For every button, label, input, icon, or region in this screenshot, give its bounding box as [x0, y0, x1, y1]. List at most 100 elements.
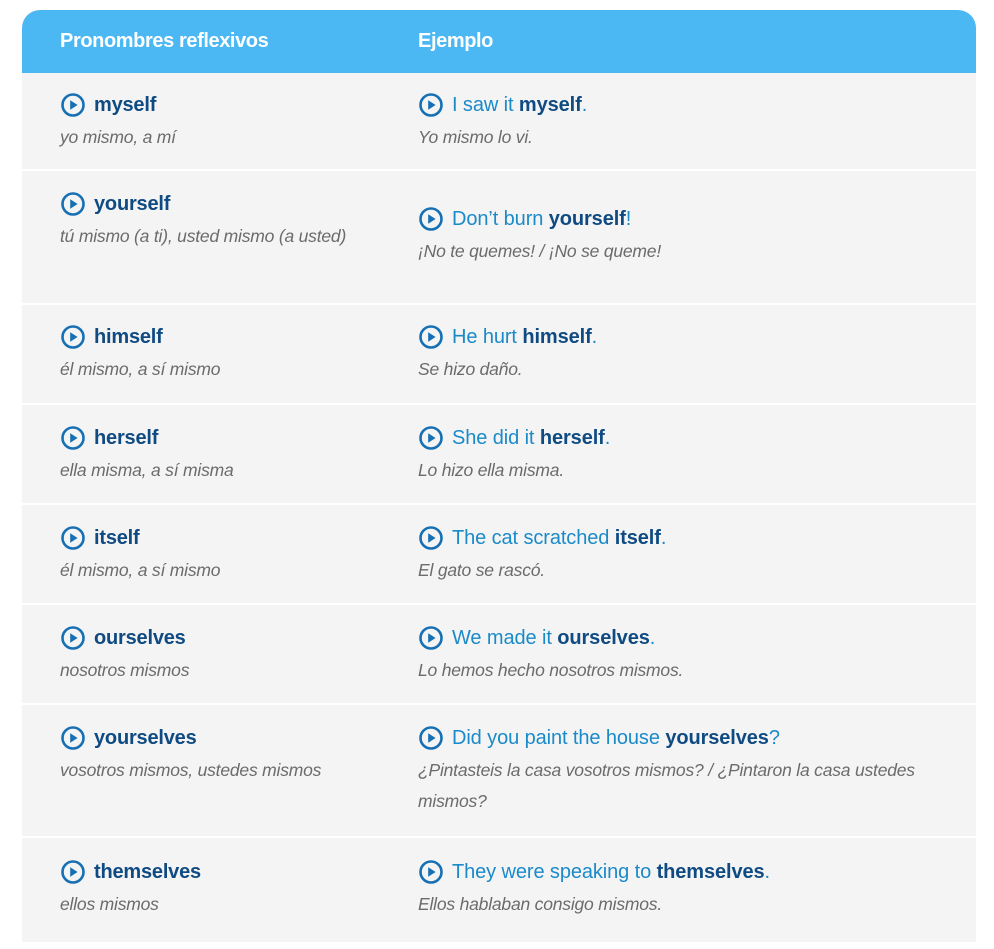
- pronoun-cell: itself él mismo, a sí mismo: [60, 524, 350, 586]
- example-audio-link[interactable]: Did you paint the house yourselves?: [418, 724, 938, 752]
- column-header-pronouns: Pronombres reflexivos: [60, 30, 269, 52]
- pronoun-translation: yo mismo, a mí: [60, 127, 176, 147]
- example-sentence: The cat scratched itself.: [452, 527, 666, 550]
- table-row: themselves ellos mismos They were speaki…: [22, 838, 976, 942]
- play-circle-icon[interactable]: [418, 92, 444, 118]
- example-translation: Yo mismo lo vi.: [418, 127, 533, 147]
- example-audio-link[interactable]: I saw it myself.: [418, 91, 938, 119]
- pronoun-audio-link[interactable]: himself: [60, 323, 350, 351]
- play-circle-icon[interactable]: [60, 191, 86, 217]
- reflexive-pronouns-table: Pronombres reflexivos Ejemplo myself yo …: [22, 10, 976, 942]
- pronoun-translation: tú mismo (a ti), usted mismo (a usted): [60, 226, 347, 246]
- example-text: Did you paint the house: [452, 726, 666, 749]
- example-text: He hurt: [452, 325, 523, 348]
- example-audio-link[interactable]: We made it ourselves.: [418, 624, 938, 652]
- play-circle-icon[interactable]: [418, 206, 444, 232]
- pronoun-cell: herself ella misma, a sí misma: [60, 424, 350, 486]
- example-text: They were speaking to: [452, 860, 657, 883]
- pronoun-translation: ella misma, a sí misma: [60, 460, 234, 480]
- example-audio-link[interactable]: She did it herself.: [418, 424, 938, 452]
- table-row: itself él mismo, a sí mismo The cat scra…: [22, 505, 976, 605]
- example-audio-link[interactable]: The cat scratched itself.: [418, 524, 938, 552]
- pronoun-cell: himself él mismo, a sí mismo: [60, 323, 350, 385]
- example-translation: Lo hizo ella misma.: [418, 460, 564, 480]
- example-highlighted-pronoun: itself: [614, 526, 661, 549]
- table-row: yourselves vosotros mismos, ustedes mism…: [22, 705, 976, 838]
- play-circle-icon[interactable]: [418, 725, 444, 751]
- example-punctuation: !: [625, 207, 632, 230]
- example-translation: Ellos hablaban consigo mismos.: [418, 894, 662, 914]
- pronoun-cell: yourself tú mismo (a ti), usted mismo (a…: [60, 190, 350, 252]
- table-row: ourselves nosotros mismos We made it our…: [22, 605, 976, 705]
- pronoun-translation: nosotros mismos: [60, 660, 190, 680]
- table-row: herself ella misma, a sí misma She did i…: [22, 405, 976, 505]
- play-circle-icon[interactable]: [60, 92, 86, 118]
- example-text: She did it: [452, 426, 540, 449]
- play-circle-icon[interactable]: [60, 324, 86, 350]
- pronoun-audio-link[interactable]: yourself: [60, 190, 350, 218]
- example-translation: El gato se rascó.: [418, 560, 545, 580]
- play-circle-icon[interactable]: [60, 525, 86, 551]
- example-translation: Lo hemos hecho nosotros mismos.: [418, 660, 684, 680]
- example-highlighted-pronoun: herself: [539, 426, 605, 449]
- example-punctuation: .: [591, 325, 598, 348]
- play-circle-icon[interactable]: [60, 625, 86, 651]
- example-audio-link[interactable]: Don’t burn yourself!: [418, 205, 938, 233]
- example-sentence: He hurt himself.: [452, 326, 597, 349]
- pronoun-translation: él mismo, a sí mismo: [60, 560, 221, 580]
- table-header: Pronombres reflexivos Ejemplo: [22, 10, 976, 73]
- table-row: himself él mismo, a sí mismo He hurt him…: [22, 305, 976, 405]
- play-circle-icon[interactable]: [418, 525, 444, 551]
- play-circle-icon[interactable]: [418, 859, 444, 885]
- pronoun-audio-link[interactable]: herself: [60, 424, 350, 452]
- example-translation: ¡No te quemes! / ¡No se queme!: [418, 241, 661, 261]
- play-circle-icon[interactable]: [418, 324, 444, 350]
- example-punctuation: .: [764, 860, 771, 883]
- example-audio-link[interactable]: He hurt himself.: [418, 323, 938, 351]
- example-punctuation: .: [660, 526, 667, 549]
- example-highlighted-pronoun: ourselves: [557, 626, 650, 649]
- play-circle-icon[interactable]: [60, 859, 86, 885]
- example-translation: ¿Pintasteis la casa vosotros mismos? / ¿…: [418, 760, 915, 811]
- pronoun-word: yourselves: [94, 726, 197, 749]
- example-punctuation: .: [581, 93, 588, 116]
- example-text: I saw it: [452, 93, 519, 116]
- example-text: Don’t burn: [452, 207, 549, 230]
- example-cell: She did it herself. Lo hizo ella misma.: [418, 424, 938, 486]
- example-cell: I saw it myself. Yo mismo lo vi.: [418, 91, 938, 153]
- example-text: We made it: [452, 626, 558, 649]
- pronoun-cell: ourselves nosotros mismos: [60, 624, 350, 686]
- example-cell: He hurt himself. Se hizo daño.: [418, 323, 938, 385]
- example-sentence: They were speaking to themselves.: [452, 861, 770, 884]
- play-circle-icon[interactable]: [60, 725, 86, 751]
- pronoun-audio-link[interactable]: yourselves: [60, 724, 350, 752]
- pronoun-cell: myself yo mismo, a mí: [60, 91, 350, 153]
- example-audio-link[interactable]: They were speaking to themselves.: [418, 858, 938, 886]
- example-highlighted-pronoun: himself: [522, 325, 592, 348]
- example-translation: Se hizo daño.: [418, 359, 523, 379]
- play-circle-icon[interactable]: [418, 425, 444, 451]
- pronoun-audio-link[interactable]: itself: [60, 524, 350, 552]
- table-row: myself yo mismo, a mí I saw it myself. Y…: [22, 73, 976, 171]
- pronoun-word: themselves: [94, 860, 201, 883]
- example-text: The cat scratched: [452, 526, 615, 549]
- pronoun-word: ourselves: [94, 626, 186, 649]
- example-highlighted-pronoun: yourselves: [665, 726, 769, 749]
- pronoun-audio-link[interactable]: myself: [60, 91, 350, 119]
- pronoun-audio-link[interactable]: themselves: [60, 858, 350, 886]
- example-cell: The cat scratched itself. El gato se ras…: [418, 524, 938, 586]
- example-highlighted-pronoun: myself: [518, 93, 582, 116]
- pronoun-translation: ellos mismos: [60, 894, 159, 914]
- pronoun-translation: vosotros mismos, ustedes mismos: [60, 760, 322, 780]
- play-circle-icon[interactable]: [418, 625, 444, 651]
- play-circle-icon[interactable]: [60, 425, 86, 451]
- pronoun-cell: yourselves vosotros mismos, ustedes mism…: [60, 724, 350, 786]
- pronoun-word: herself: [94, 426, 159, 449]
- pronoun-word: yourself: [94, 192, 171, 215]
- example-sentence: I saw it myself.: [452, 94, 587, 117]
- example-highlighted-pronoun: yourself: [548, 207, 626, 230]
- pronoun-audio-link[interactable]: ourselves: [60, 624, 350, 652]
- example-sentence: She did it herself.: [452, 427, 610, 450]
- example-sentence: We made it ourselves.: [452, 627, 655, 650]
- example-cell: They were speaking to themselves. Ellos …: [418, 858, 938, 920]
